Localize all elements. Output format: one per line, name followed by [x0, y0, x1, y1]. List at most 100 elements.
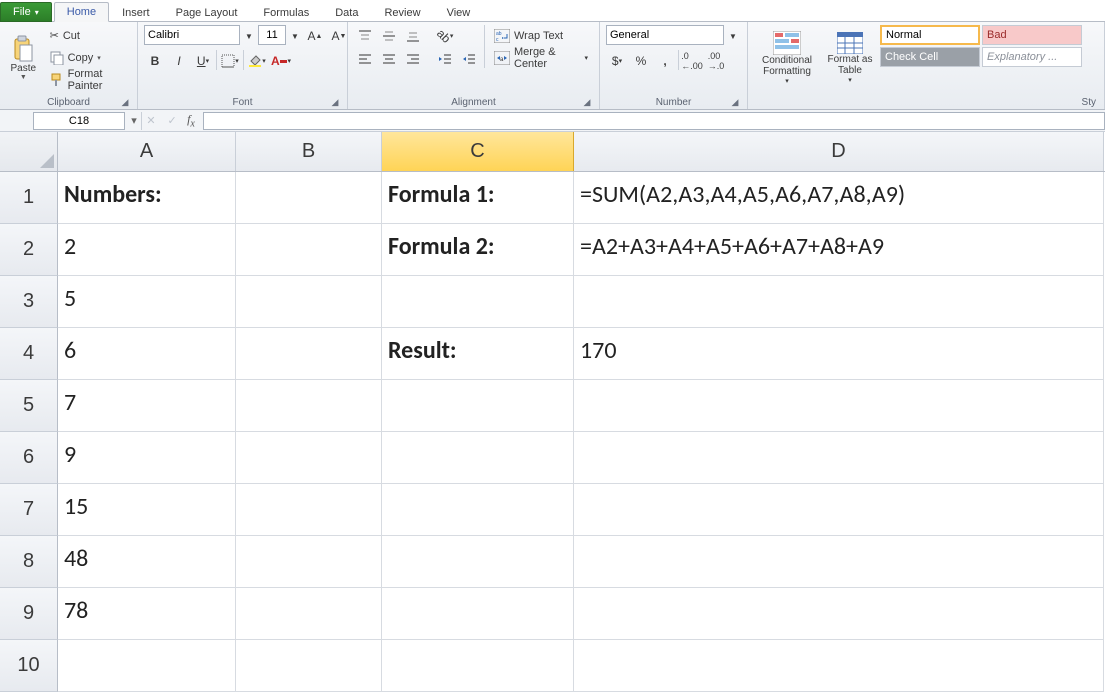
cell-B3[interactable] — [236, 276, 382, 328]
paste-button[interactable]: Paste ▼ — [6, 25, 41, 91]
tab-review[interactable]: Review — [371, 3, 433, 22]
number-format-dropdown[interactable]: ▼ — [726, 25, 740, 47]
font-name-dropdown[interactable]: ▼ — [242, 25, 256, 47]
cell-B2[interactable] — [236, 224, 382, 276]
orientation-button[interactable]: ab▾ — [434, 25, 456, 47]
tab-file[interactable]: File — [0, 2, 52, 22]
cell-C7[interactable] — [382, 484, 574, 536]
cell-A10[interactable] — [58, 640, 236, 692]
increase-indent-button[interactable] — [458, 48, 480, 70]
cell-D4[interactable]: 170 — [574, 328, 1104, 380]
cell-D2[interactable]: =A2+A3+A4+A5+A6+A7+A8+A9 — [574, 224, 1104, 276]
cell-A4[interactable]: 6 — [58, 328, 236, 380]
font-size-select[interactable] — [258, 25, 286, 45]
cell-A8[interactable]: 48 — [58, 536, 236, 588]
fill-color-button[interactable]: ▾ — [246, 50, 268, 72]
conditional-formatting-button[interactable]: Conditional Formatting▾ — [754, 25, 820, 91]
row-header-7[interactable]: 7 — [0, 484, 58, 536]
row-header-5[interactable]: 5 — [0, 380, 58, 432]
insert-function-button[interactable]: fx — [181, 112, 201, 129]
cell-D3[interactable] — [574, 276, 1104, 328]
tab-view[interactable]: View — [434, 3, 484, 22]
font-color-button[interactable]: A ▾ — [270, 50, 292, 72]
tab-page-layout[interactable]: Page Layout — [163, 3, 251, 22]
decrease-indent-button[interactable] — [434, 48, 456, 70]
row-header-2[interactable]: 2 — [0, 224, 58, 276]
format-painter-button[interactable]: Format Painter — [45, 69, 131, 90]
percent-button[interactable]: % — [630, 50, 652, 72]
cell-D7[interactable] — [574, 484, 1104, 536]
name-box[interactable] — [33, 112, 125, 130]
cell-C4[interactable]: Result: — [382, 328, 574, 380]
cell-B9[interactable] — [236, 588, 382, 640]
underline-button[interactable]: U▾ — [192, 50, 214, 72]
row-header-6[interactable]: 6 — [0, 432, 58, 484]
cell-C10[interactable] — [382, 640, 574, 692]
font-size-dropdown[interactable]: ▼ — [288, 25, 302, 47]
tab-formulas[interactable]: Formulas — [250, 3, 322, 22]
column-header-A[interactable]: A — [58, 132, 236, 171]
cell-A3[interactable]: 5 — [58, 276, 236, 328]
cell-C1[interactable]: Formula 1: — [382, 172, 574, 224]
cell-B4[interactable] — [236, 328, 382, 380]
cell-A2[interactable]: 2 — [58, 224, 236, 276]
cell-C9[interactable] — [382, 588, 574, 640]
merge-center-button[interactable]: a Merge & Center ▾ — [489, 47, 593, 68]
cell-B6[interactable] — [236, 432, 382, 484]
clipboard-launcher[interactable]: ◢ — [119, 96, 131, 108]
borders-button[interactable]: ▾ — [219, 50, 241, 72]
cell-B1[interactable] — [236, 172, 382, 224]
tab-insert[interactable]: Insert — [109, 3, 163, 22]
number-format-select[interactable] — [606, 25, 724, 45]
align-top-button[interactable] — [354, 25, 376, 47]
row-header-9[interactable]: 9 — [0, 588, 58, 640]
font-name-select[interactable] — [144, 25, 240, 45]
increase-decimal-button[interactable]: .0←.00 — [681, 50, 703, 72]
cell-A7[interactable]: 15 — [58, 484, 236, 536]
align-middle-button[interactable] — [378, 25, 400, 47]
cut-button[interactable]: ✂ Cut — [45, 25, 131, 46]
cell-B5[interactable] — [236, 380, 382, 432]
bold-button[interactable]: B — [144, 50, 166, 72]
formula-input[interactable] — [203, 112, 1105, 130]
number-launcher[interactable]: ◢ — [729, 96, 741, 108]
comma-button[interactable]: , — [654, 50, 676, 72]
font-launcher[interactable]: ◢ — [329, 96, 341, 108]
tab-home[interactable]: Home — [54, 2, 109, 22]
align-right-button[interactable] — [402, 48, 424, 70]
row-header-4[interactable]: 4 — [0, 328, 58, 380]
cell-B10[interactable] — [236, 640, 382, 692]
cell-D5[interactable] — [574, 380, 1104, 432]
column-header-C[interactable]: C — [382, 132, 574, 171]
decrease-decimal-button[interactable]: .00→.0 — [705, 50, 727, 72]
cell-D8[interactable] — [574, 536, 1104, 588]
cell-style-check[interactable]: Check Cell — [880, 47, 980, 67]
cell-D1[interactable]: =SUM(A2,A3,A4,A5,A6,A7,A8,A9) — [574, 172, 1104, 224]
row-header-10[interactable]: 10 — [0, 640, 58, 692]
row-header-8[interactable]: 8 — [0, 536, 58, 588]
wrap-text-button[interactable]: abc Wrap Text — [489, 25, 593, 46]
cell-B7[interactable] — [236, 484, 382, 536]
accounting-format-button[interactable]: $▾ — [606, 50, 628, 72]
select-all-corner[interactable] — [0, 132, 58, 172]
cell-A6[interactable]: 9 — [58, 432, 236, 484]
row-header-3[interactable]: 3 — [0, 276, 58, 328]
align-bottom-button[interactable] — [402, 25, 424, 47]
cell-D6[interactable] — [574, 432, 1104, 484]
copy-button[interactable]: Copy ▾ — [45, 47, 131, 68]
row-header-1[interactable]: 1 — [0, 172, 58, 224]
increase-font-button[interactable]: A▲ — [304, 25, 326, 47]
column-header-D[interactable]: D — [574, 132, 1104, 171]
cell-D10[interactable] — [574, 640, 1104, 692]
alignment-launcher[interactable]: ◢ — [581, 96, 593, 108]
cell-A1[interactable]: Numbers: — [58, 172, 236, 224]
cell-style-explanatory[interactable]: Explanatory ... — [982, 47, 1082, 67]
tab-data[interactable]: Data — [322, 3, 371, 22]
cell-A5[interactable]: 7 — [58, 380, 236, 432]
cell-C5[interactable] — [382, 380, 574, 432]
cell-C3[interactable] — [382, 276, 574, 328]
cell-style-normal[interactable]: Normal — [880, 25, 980, 45]
align-left-button[interactable] — [354, 48, 376, 70]
cell-D9[interactable] — [574, 588, 1104, 640]
name-box-dropdown[interactable]: ▾ — [127, 114, 141, 127]
